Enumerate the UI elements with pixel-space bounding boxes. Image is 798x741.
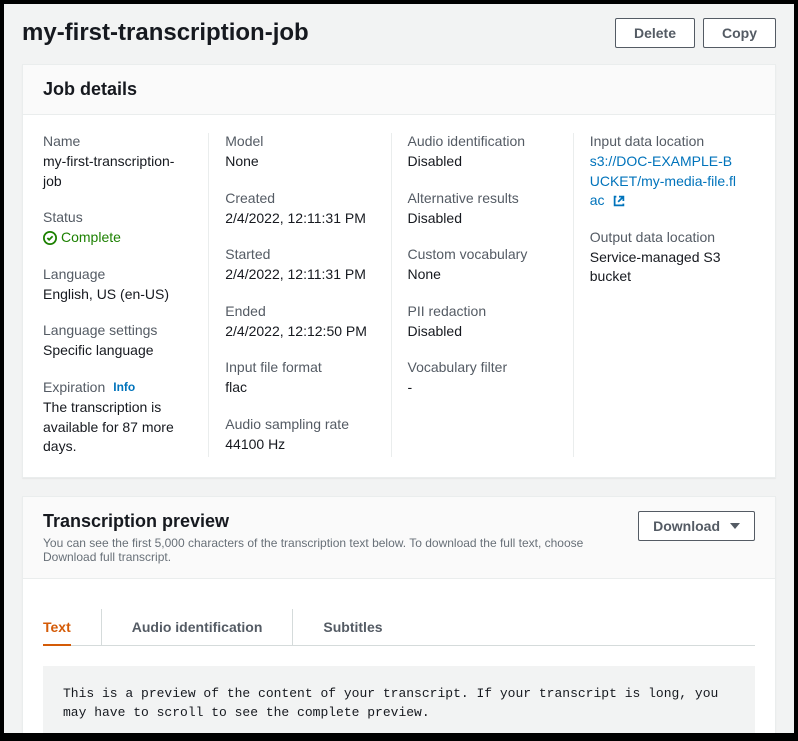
caret-down-icon xyxy=(730,523,740,529)
pii-label: PII redaction xyxy=(408,303,557,319)
format-label: Input file format xyxy=(225,359,374,375)
status-label: Status xyxy=(43,209,192,225)
copy-button[interactable]: Copy xyxy=(703,18,776,48)
created-value: 2/4/2022, 12:11:31 PM xyxy=(225,209,374,229)
alt-results-value: Disabled xyxy=(408,209,557,229)
language-settings-label: Language settings xyxy=(43,322,192,338)
job-details-panel: Job details Name my-first-transcription-… xyxy=(22,64,776,478)
language-label: Language xyxy=(43,266,192,282)
tab-audio-identification[interactable]: Audio identification xyxy=(101,609,263,645)
name-value: my-first-transcription-job xyxy=(43,152,192,191)
page-header: my-first-transcription-job Delete Copy xyxy=(4,4,794,64)
header-actions: Delete Copy xyxy=(615,18,776,48)
preview-content-box: This is a preview of the content of your… xyxy=(43,666,755,733)
model-label: Model xyxy=(225,133,374,149)
page-title: my-first-transcription-job xyxy=(22,19,309,47)
preview-text: This is a preview of the content of your… xyxy=(63,684,735,723)
alt-results-label: Alternative results xyxy=(408,190,557,206)
details-col-1: Name my-first-transcription-job Status C… xyxy=(43,133,209,457)
download-button[interactable]: Download xyxy=(638,511,755,541)
download-label: Download xyxy=(653,518,720,534)
started-value: 2/4/2022, 12:11:31 PM xyxy=(225,265,374,285)
pii-value: Disabled xyxy=(408,322,557,342)
format-value: flac xyxy=(225,378,374,398)
delete-button[interactable]: Delete xyxy=(615,18,695,48)
job-details-title: Job details xyxy=(43,79,137,100)
vocab-filter-label: Vocabulary filter xyxy=(408,359,557,375)
output-loc-label: Output data location xyxy=(590,229,739,245)
ended-value: 2/4/2022, 12:12:50 PM xyxy=(225,322,374,342)
preview-tabs: Text Audio identification Subtitles xyxy=(43,599,755,646)
external-link-icon xyxy=(612,194,626,208)
expiration-label: Expiration Info xyxy=(43,379,192,395)
preview-title: Transcription preview xyxy=(43,511,638,532)
preview-subtitle: You can see the first 5,000 characters o… xyxy=(43,536,638,564)
expiration-value: The transcription is available for 87 mo… xyxy=(43,398,192,457)
expiration-info-link[interactable]: Info xyxy=(113,380,135,394)
check-circle-icon xyxy=(43,231,57,245)
created-label: Created xyxy=(225,190,374,206)
details-col-2: Model None Created 2/4/2022, 12:11:31 PM… xyxy=(209,133,391,457)
tab-subtitles[interactable]: Subtitles xyxy=(292,609,382,645)
audio-id-label: Audio identification xyxy=(408,133,557,149)
transcription-preview-panel: Transcription preview You can see the fi… xyxy=(22,496,776,733)
job-details-header: Job details xyxy=(23,65,775,115)
model-value: None xyxy=(225,152,374,172)
rate-label: Audio sampling rate xyxy=(225,416,374,432)
name-label: Name xyxy=(43,133,192,149)
job-details-body: Name my-first-transcription-job Status C… xyxy=(23,115,775,477)
input-loc-label: Input data location xyxy=(590,133,739,149)
output-loc-value: Service-managed S3 bucket xyxy=(590,248,739,287)
tab-text[interactable]: Text xyxy=(43,609,71,645)
language-value: English, US (en-US) xyxy=(43,285,192,305)
vocab-label: Custom vocabulary xyxy=(408,246,557,262)
language-settings-value: Specific language xyxy=(43,341,192,361)
vocab-filter-value: - xyxy=(408,378,557,398)
details-col-4: Input data location s3://DOC-EXAMPLE-BUC… xyxy=(574,133,755,457)
started-label: Started xyxy=(225,246,374,262)
preview-header: Transcription preview You can see the fi… xyxy=(23,497,775,579)
vocab-value: None xyxy=(408,265,557,285)
status-text: Complete xyxy=(61,228,121,248)
details-col-3: Audio identification Disabled Alternativ… xyxy=(392,133,574,457)
audio-id-value: Disabled xyxy=(408,152,557,172)
input-loc-value: s3://DOC-EXAMPLE-BUCKET/my-media-file.fl… xyxy=(590,152,739,211)
rate-value: 44100 Hz xyxy=(225,435,374,455)
ended-label: Ended xyxy=(225,303,374,319)
status-value: Complete xyxy=(43,228,192,248)
